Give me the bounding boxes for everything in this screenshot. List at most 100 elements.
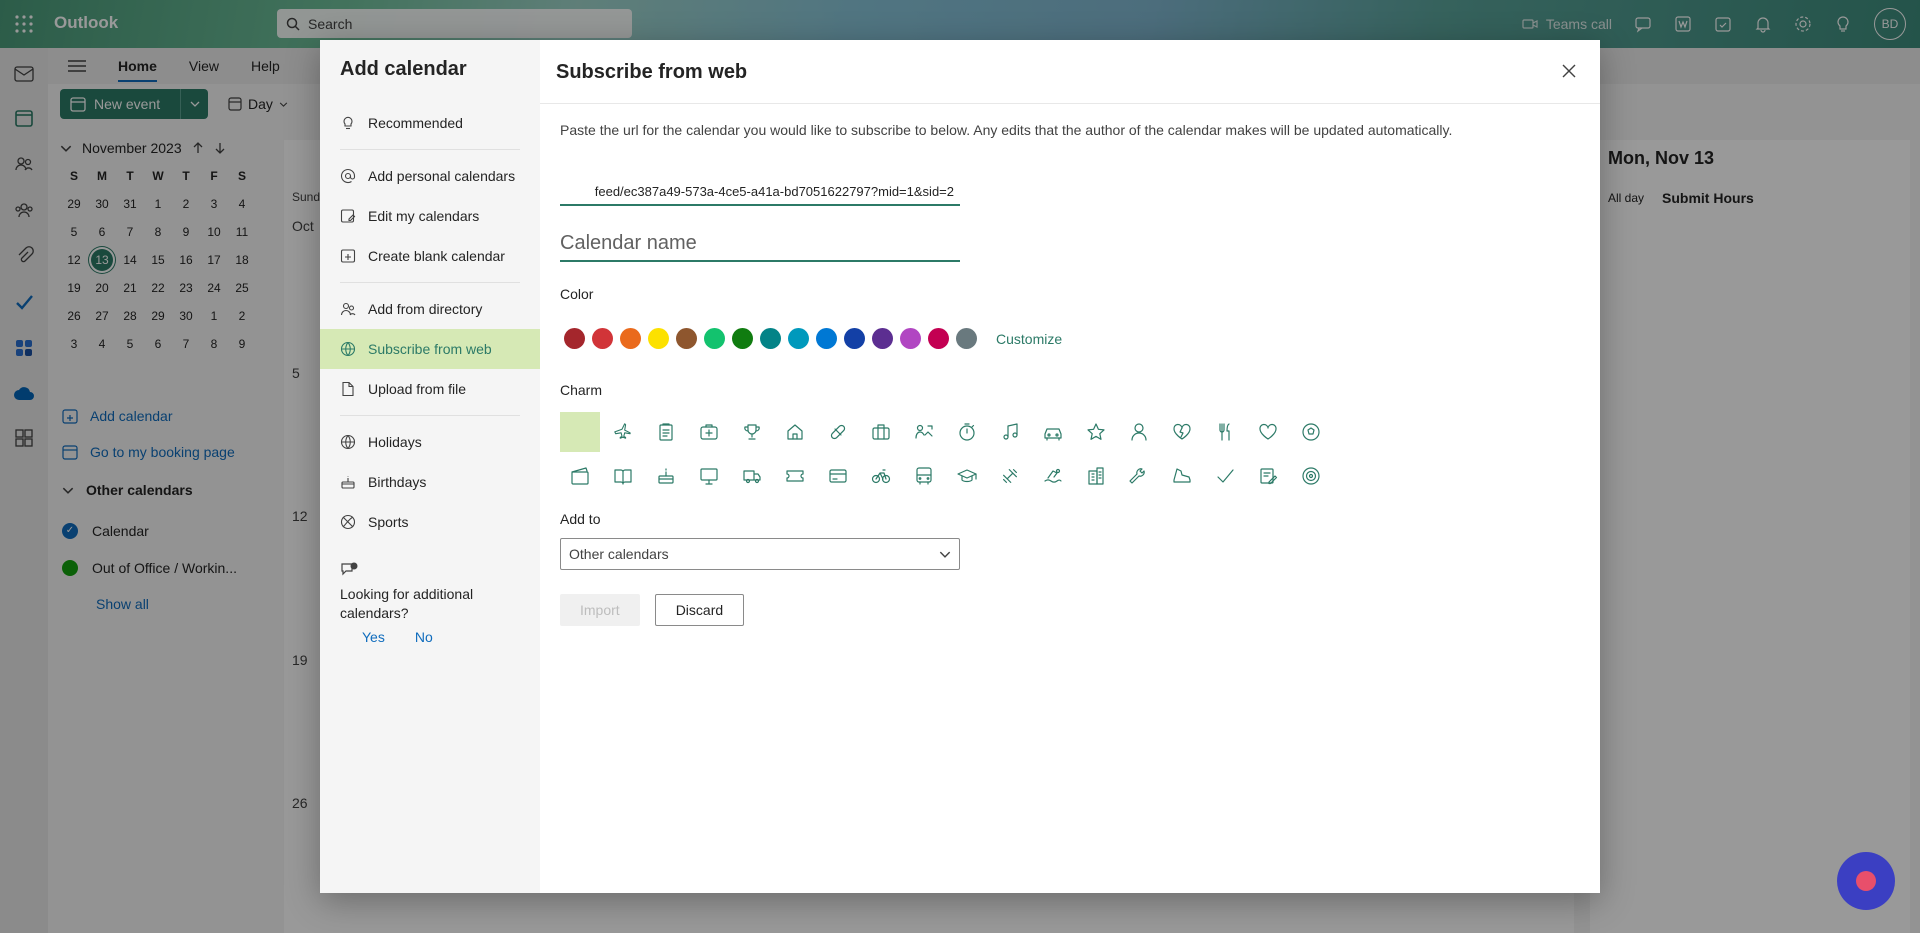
color-swatch[interactable] <box>592 328 613 349</box>
import-button[interactable]: Import <box>560 594 640 626</box>
globe-icon <box>340 434 356 450</box>
charm-option[interactable] <box>947 456 987 496</box>
dialog-content: Subscribe from web Paste the url for the… <box>540 40 1600 893</box>
charm-option[interactable] <box>947 412 987 452</box>
color-swatch[interactable] <box>564 328 585 349</box>
color-swatch[interactable] <box>788 328 809 349</box>
cake-icon <box>656 466 676 486</box>
nav-item-holidays[interactable]: Holidays <box>320 422 540 462</box>
medical-bag-icon <box>699 422 719 442</box>
dialog-left-title: Add calendar <box>340 58 467 80</box>
target-icon <box>1301 466 1321 486</box>
nav-item-label: Birthdays <box>368 474 427 490</box>
url-input[interactable]: feed/ec387a49-573a-4ce5-a41a-bd705162279… <box>560 178 960 206</box>
color-swatch[interactable] <box>928 328 949 349</box>
customize-link[interactable]: Customize <box>996 331 1062 347</box>
add-calendar-icon <box>340 248 356 264</box>
charm-option[interactable] <box>861 456 901 496</box>
charm-option[interactable] <box>775 456 815 496</box>
color-swatch[interactable] <box>900 328 921 349</box>
charm-option[interactable] <box>990 456 1030 496</box>
charm-option[interactable] <box>1205 412 1245 452</box>
charm-option[interactable] <box>1033 412 1073 452</box>
charm-option[interactable] <box>603 412 643 452</box>
color-swatch[interactable] <box>844 328 865 349</box>
color-swatch[interactable] <box>676 328 697 349</box>
charm-label: Charm <box>560 382 603 398</box>
charm-option[interactable] <box>732 456 772 496</box>
stopwatch-icon <box>957 422 977 442</box>
color-swatch[interactable] <box>956 328 977 349</box>
charm-option[interactable] <box>818 456 858 496</box>
charm-option[interactable] <box>732 412 772 452</box>
color-swatch[interactable] <box>816 328 837 349</box>
charm-none[interactable] <box>560 412 600 452</box>
charm-option[interactable] <box>1162 456 1202 496</box>
charm-option[interactable] <box>1248 412 1288 452</box>
calendar-name-input[interactable]: Calendar name <box>560 228 960 262</box>
wrench-icon <box>1129 466 1149 486</box>
color-swatch[interactable] <box>732 328 753 349</box>
charm-option[interactable] <box>1033 456 1073 496</box>
charm-option[interactable] <box>646 412 686 452</box>
add-to-select[interactable]: Other calendars <box>560 538 960 570</box>
yes-link[interactable]: Yes <box>362 629 385 645</box>
nav-item-recommended[interactable]: Recommended <box>320 103 540 143</box>
charm-option[interactable] <box>904 412 944 452</box>
home-icon <box>785 422 805 442</box>
nav-item-label: Create blank calendar <box>368 248 505 264</box>
nav-group: Recommended <box>340 103 520 150</box>
charm-option[interactable] <box>1291 456 1331 496</box>
nav-item-subscribe-from-web[interactable]: Subscribe from web <box>320 329 540 369</box>
nav-item-label: Recommended <box>368 115 463 131</box>
charm-option[interactable] <box>1248 456 1288 496</box>
charm-option[interactable] <box>990 412 1030 452</box>
charm-option[interactable] <box>1119 456 1159 496</box>
monitor-icon <box>699 466 719 486</box>
charm-option[interactable] <box>818 412 858 452</box>
nav-item-add-from-directory[interactable]: Add from directory <box>320 289 540 329</box>
color-swatch[interactable] <box>648 328 669 349</box>
nav-item-label: Edit my calendars <box>368 208 480 224</box>
discard-button[interactable]: Discard <box>654 594 745 626</box>
nav-item-birthdays[interactable]: Birthdays <box>320 462 540 502</box>
color-swatch[interactable] <box>872 328 893 349</box>
color-swatch[interactable] <box>704 328 725 349</box>
car-icon <box>1043 422 1063 442</box>
charm-option[interactable] <box>775 412 815 452</box>
record-icon <box>1856 871 1876 891</box>
nav-item-create-blank-calendar[interactable]: Create blank calendar <box>320 236 540 276</box>
charm-option[interactable] <box>560 456 600 496</box>
lightbulb-icon <box>340 115 356 131</box>
charm-option[interactable] <box>603 456 643 496</box>
charm-option[interactable] <box>904 456 944 496</box>
nav-item-upload-from-file[interactable]: Upload from file <box>320 369 540 409</box>
color-swatch[interactable] <box>620 328 641 349</box>
charm-option[interactable] <box>689 412 729 452</box>
charm-option[interactable] <box>1119 412 1159 452</box>
subscribe-description: Paste the url for the calendar you would… <box>560 122 1453 138</box>
charm-option[interactable] <box>1205 456 1245 496</box>
charm-option[interactable] <box>1291 412 1331 452</box>
no-link[interactable]: No <box>415 629 433 645</box>
checkmark-icon <box>1215 466 1235 486</box>
nav-group: Add personal calendars Edit my calendars C… <box>340 156 520 283</box>
nav-item-sports[interactable]: Sports <box>320 502 540 542</box>
add-to-value: Other calendars <box>569 546 669 562</box>
color-swatch[interactable] <box>760 328 781 349</box>
copilot-button[interactable] <box>1837 852 1895 910</box>
charm-option[interactable] <box>1076 412 1116 452</box>
nav-group: Add from directory Subscribe from web Uplo… <box>320 289 540 416</box>
dialog-title: Subscribe from web <box>556 61 748 83</box>
close-icon[interactable] <box>1560 62 1578 80</box>
charm-option[interactable] <box>689 456 729 496</box>
charm-option[interactable] <box>1162 412 1202 452</box>
nav-item-edit-my-calendars[interactable]: Edit my calendars <box>320 196 540 236</box>
book-icon <box>613 466 633 486</box>
charm-option[interactable] <box>1076 456 1116 496</box>
nav-item-label: Add from directory <box>368 301 483 317</box>
nav-item-add-personal-calendars[interactable]: Add personal calendars <box>320 156 540 196</box>
charm-option[interactable] <box>861 412 901 452</box>
airplane-icon <box>613 422 633 442</box>
charm-option[interactable] <box>646 456 686 496</box>
